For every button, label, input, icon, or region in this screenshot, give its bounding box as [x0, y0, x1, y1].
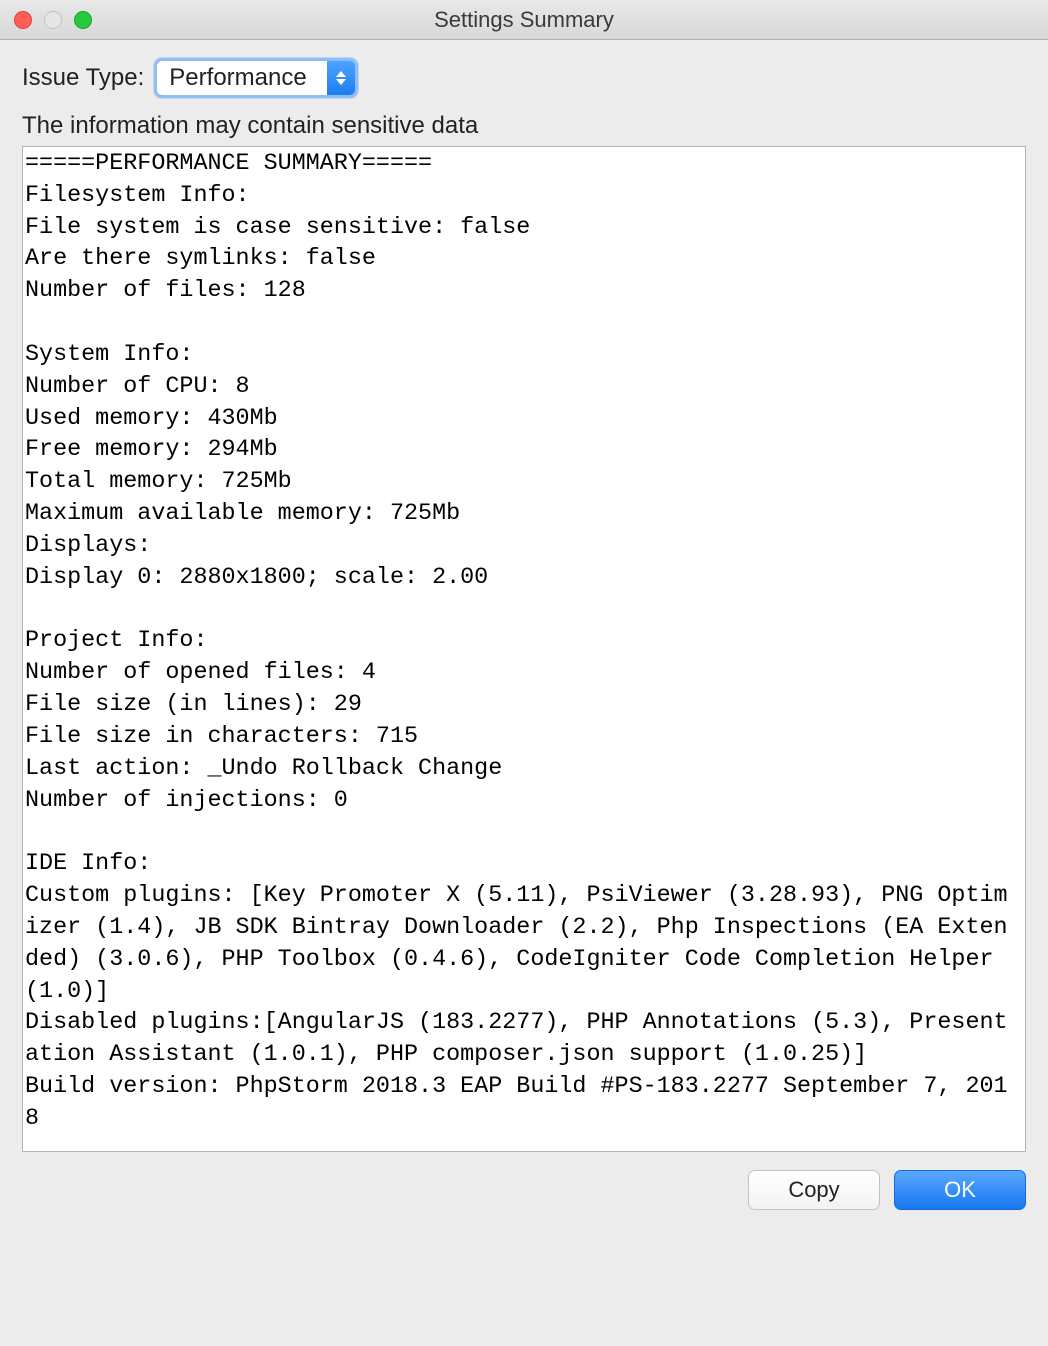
summary-textarea[interactable]: =====PERFORMANCE SUMMARY===== Filesystem… [22, 146, 1026, 1152]
window-title: Settings Summary [0, 7, 1048, 33]
chevron-updown-icon [327, 61, 355, 95]
summary-text: =====PERFORMANCE SUMMARY===== Filesystem… [23, 147, 1025, 1138]
copy-button[interactable]: Copy [748, 1170, 880, 1210]
window-controls [14, 11, 92, 29]
issue-type-row: Issue Type: Performance [22, 58, 1026, 98]
titlebar: Settings Summary [0, 0, 1048, 40]
issue-type-label: Issue Type: [22, 64, 144, 92]
ok-button[interactable]: OK [894, 1170, 1026, 1210]
close-icon[interactable] [14, 11, 32, 29]
minimize-icon[interactable] [44, 11, 62, 29]
issue-type-value: Performance [157, 64, 327, 92]
sensitive-data-warning: The information may contain sensitive da… [22, 112, 1026, 140]
issue-type-select[interactable]: Performance [154, 58, 358, 98]
button-row: Copy OK [0, 1152, 1048, 1230]
maximize-icon[interactable] [74, 11, 92, 29]
